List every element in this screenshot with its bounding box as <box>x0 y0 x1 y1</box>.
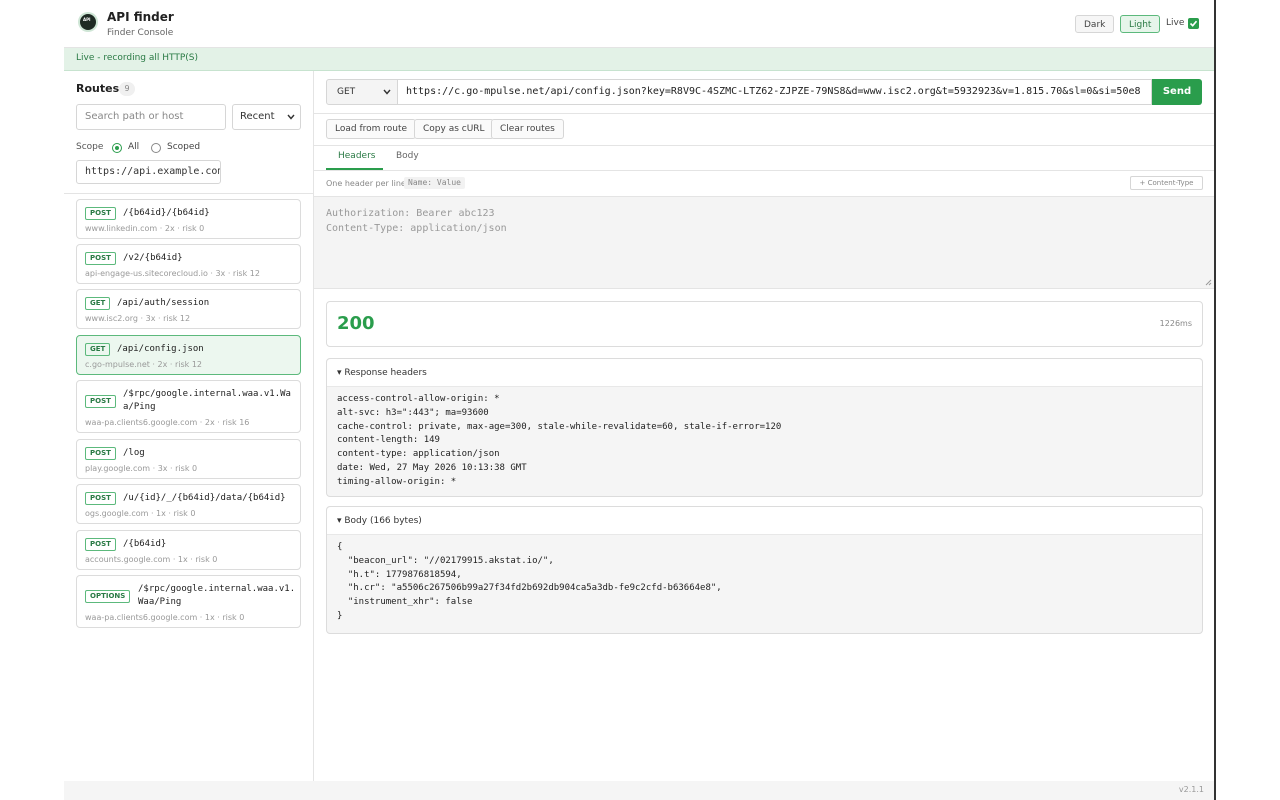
light-theme-button[interactable]: Light <box>1120 15 1161 33</box>
main-panel: GET https://c.go-mpulse.net/api/config.j… <box>314 71 1214 781</box>
divider <box>314 170 1214 171</box>
route-path: /{b64id}/{b64id} <box>123 208 210 218</box>
scope-scoped-radio[interactable] <box>151 143 161 153</box>
load-from-route-button[interactable]: Load from route <box>326 119 417 139</box>
route-item[interactable]: POST /log play.google.com · 3x · risk 0 <box>76 439 301 479</box>
route-item[interactable]: POST /{b64id} accounts.google.com · 1x ·… <box>76 530 301 570</box>
route-meta: waa-pa.clients6.google.com · 2x · risk 1… <box>85 418 250 427</box>
sidebar-divider <box>64 193 313 194</box>
method-badge: POST <box>85 538 116 551</box>
route-item[interactable]: GET /api/auth/session www.isc2.org · 3x … <box>76 289 301 329</box>
headers-placeholder: Authorization: Bearer abc123 Content-Typ… <box>326 208 507 234</box>
route-path: /log <box>123 448 145 458</box>
response-headers-toggle[interactable]: ▾ Response headers <box>327 359 1202 387</box>
routes-count-badge: 9 <box>119 82 135 96</box>
routes-title: Routes <box>76 82 120 95</box>
route-item[interactable]: POST /{b64id}/{b64id} www.linkedin.com ·… <box>76 199 301 239</box>
route-meta: api-engage-us.sitecorecloud.io · 3x · ri… <box>85 269 260 278</box>
send-button[interactable]: Send <box>1152 79 1202 105</box>
version-label: v2.1.1 <box>1178 785 1204 794</box>
route-search-input[interactable]: Search path or host <box>76 104 226 130</box>
scope-scoped-label: Scoped <box>167 142 201 152</box>
headers-hint: One header per line. <box>326 179 409 188</box>
response-headers-content: access-control-allow-origin: * alt-svc: … <box>337 394 782 487</box>
route-path: /u/{id}/_/{b64id}/data/{b64id} <box>123 493 286 503</box>
scope-all-radio[interactable] <box>112 143 122 153</box>
app-window: API API finder Finder Console Dark Light… <box>64 0 1216 800</box>
title-bar: API API finder Finder Console Dark Light… <box>64 0 1214 48</box>
footer: v2.1.1 <box>64 781 1214 800</box>
divider <box>314 145 1214 146</box>
response-body-toggle[interactable]: ▾ Body (166 bytes) <box>327 507 1202 535</box>
status-code: 200 <box>337 313 375 334</box>
response-status-card: 200 1226ms <box>326 301 1203 347</box>
route-path: /{b64id} <box>123 539 167 549</box>
route-meta: waa-pa.clients6.google.com · 1x · risk 0 <box>85 613 245 622</box>
logo-text: API <box>83 17 91 22</box>
route-path: /api/auth/session <box>117 298 210 308</box>
live-checkbox[interactable] <box>1188 18 1199 29</box>
method-badge: GET <box>85 343 111 356</box>
response-time: 1226ms <box>1159 319 1192 328</box>
route-item[interactable]: OPTIONS /$rpc/google.internal.waa.v1.Waa… <box>76 575 301 628</box>
route-meta: www.isc2.org · 3x · risk 12 <box>85 314 191 323</box>
sort-select-value: Recent <box>240 111 275 122</box>
method-badge: POST <box>85 395 116 408</box>
tab-body[interactable]: Body <box>396 151 419 161</box>
route-meta: accounts.google.com · 1x · risk 0 <box>85 555 218 564</box>
http-method-select[interactable]: GET <box>326 79 398 105</box>
route-meta: www.linkedin.com · 2x · risk 0 <box>85 224 205 233</box>
live-label: Live <box>1166 18 1185 28</box>
add-content-type-button[interactable]: + Content-Type <box>1130 176 1203 190</box>
app-title: API finder <box>107 10 174 24</box>
dark-theme-button[interactable]: Dark <box>1075 15 1115 33</box>
http-method-value: GET <box>337 87 356 97</box>
method-badge: POST <box>85 447 116 460</box>
sidebar: Routes 9 Search path or host Recent Scop… <box>64 71 314 781</box>
route-path: /v2/{b64id} <box>123 253 183 263</box>
route-meta: play.google.com · 3x · risk 0 <box>85 464 198 473</box>
response-headers-title: ▾ Response headers <box>337 368 427 378</box>
route-meta: c.go-mpulse.net · 2x · risk 12 <box>85 360 202 369</box>
route-path: /$rpc/google.internal.waa.v1.Waa/Ping <box>138 584 296 607</box>
headers-textarea[interactable]: Authorization: Bearer abc123 Content-Typ… <box>314 196 1214 289</box>
checkmark-icon <box>1189 20 1198 27</box>
url-input[interactable]: https://c.go-mpulse.net/api/config.json?… <box>398 79 1152 105</box>
response-headers-panel: ▾ Response headers access-control-allow-… <box>326 358 1203 497</box>
route-path: /api/config.json <box>117 344 204 354</box>
route-item[interactable]: POST /$rpc/google.internal.waa.v1.Waa/Pi… <box>76 380 301 433</box>
app-logo-icon: API <box>80 14 96 30</box>
method-badge: OPTIONS <box>85 590 131 603</box>
method-badge: POST <box>85 252 116 265</box>
route-meta: ogs.google.com · 1x · risk 0 <box>85 509 196 518</box>
method-badge: POST <box>85 207 116 220</box>
live-banner-text: Live - recording all HTTP(S) <box>76 53 199 63</box>
chevron-down-icon <box>383 89 391 95</box>
method-badge: GET <box>85 297 111 310</box>
app-subtitle: Finder Console <box>107 28 174 38</box>
chevron-down-icon <box>287 114 295 120</box>
tab-headers[interactable]: Headers <box>338 151 375 161</box>
route-item[interactable]: POST /u/{id}/_/{b64id}/data/{b64id} ogs.… <box>76 484 301 524</box>
copy-as-curl-button[interactable]: Copy as cURL <box>414 119 494 139</box>
response-body-title: ▾ Body (166 bytes) <box>337 516 422 526</box>
host-filter-input[interactable]: https://api.example.com <box>76 160 221 184</box>
route-item-selected[interactable]: GET /api/config.json c.go-mpulse.net · 2… <box>76 335 301 375</box>
headers-hint-format: Name: Value <box>404 177 465 189</box>
sort-select[interactable]: Recent <box>232 104 301 130</box>
route-item[interactable]: POST /v2/{b64id} api-engage-us.sitecorec… <box>76 244 301 284</box>
divider <box>314 113 1214 114</box>
resize-handle-icon[interactable] <box>1205 279 1212 286</box>
method-badge: POST <box>85 492 116 505</box>
response-body-panel: ▾ Body (166 bytes) { "beacon_url": "//02… <box>326 506 1203 634</box>
route-path: /$rpc/google.internal.waa.v1.Waa/Ping <box>123 389 291 412</box>
clear-routes-button[interactable]: Clear routes <box>491 119 564 139</box>
response-body-content: { "beacon_url": "//02179915.akstat.io/",… <box>337 542 722 621</box>
scope-label: Scope <box>76 142 104 152</box>
scope-all-label: All <box>128 142 140 152</box>
live-banner: Live - recording all HTTP(S) <box>64 48 1214 71</box>
